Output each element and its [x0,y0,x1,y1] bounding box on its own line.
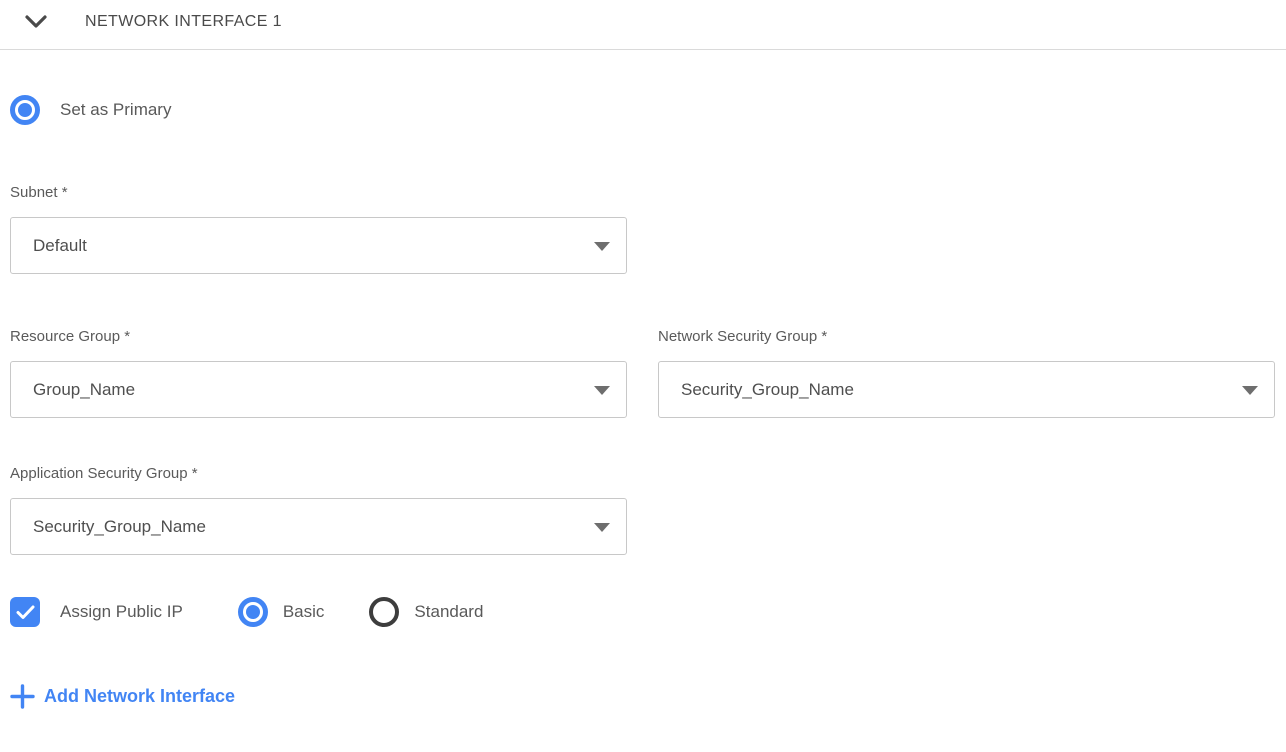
chevron-down-icon[interactable] [25,15,47,29]
application-security-group-field: Application Security Group * Security_Gr… [10,464,627,555]
basic-radio[interactable]: Basic [238,597,325,627]
assign-public-ip-checkbox[interactable]: Assign Public IP [10,597,183,627]
resource-group-dropdown[interactable]: Group_Name [10,361,627,418]
radio-selected-icon[interactable] [238,597,268,627]
section-header[interactable]: NETWORK INTERFACE 1 [0,0,1286,32]
caret-down-icon [1242,386,1258,395]
resource-group-field: Resource Group * Group_Name [10,327,627,418]
network-security-group-value: Security_Group_Name [681,380,854,400]
section-title: NETWORK INTERFACE 1 [85,13,282,31]
caret-down-icon [594,523,610,532]
application-security-group-value: Security_Group_Name [33,517,206,537]
set-as-primary-label: Set as Primary [60,100,171,120]
caret-down-icon [594,242,610,251]
caret-down-icon [594,386,610,395]
plus-icon [10,684,35,709]
add-network-interface-label: Add Network Interface [44,686,235,707]
network-security-group-dropdown[interactable]: Security_Group_Name [658,361,1275,418]
assign-public-ip-label: Assign Public IP [60,602,183,622]
subnet-field: Subnet * Default [10,183,627,274]
subnet-label: Subnet * [10,183,627,203]
network-security-group-label: Network Security Group * [658,327,1275,347]
standard-radio[interactable]: Standard [369,597,483,627]
standard-label: Standard [414,602,483,622]
radio-selected-icon[interactable] [10,95,40,125]
section-divider [0,49,1286,50]
application-security-group-dropdown[interactable]: Security_Group_Name [10,498,627,555]
subnet-value: Default [33,236,87,256]
add-network-interface-button[interactable]: Add Network Interface [0,684,235,709]
network-security-group-field: Network Security Group * Security_Group_… [658,327,1275,418]
basic-label: Basic [283,602,325,622]
resource-group-label: Resource Group * [10,327,627,347]
radio-unselected-icon[interactable] [369,597,399,627]
resource-group-value: Group_Name [33,380,135,400]
application-security-group-label: Application Security Group * [10,464,627,484]
subnet-dropdown[interactable]: Default [10,217,627,274]
checkbox-checked-icon[interactable] [10,597,40,627]
network-interface-section: NETWORK INTERFACE 1 Set as Primary Subne… [0,0,1286,752]
set-as-primary-radio[interactable]: Set as Primary [10,95,1286,125]
